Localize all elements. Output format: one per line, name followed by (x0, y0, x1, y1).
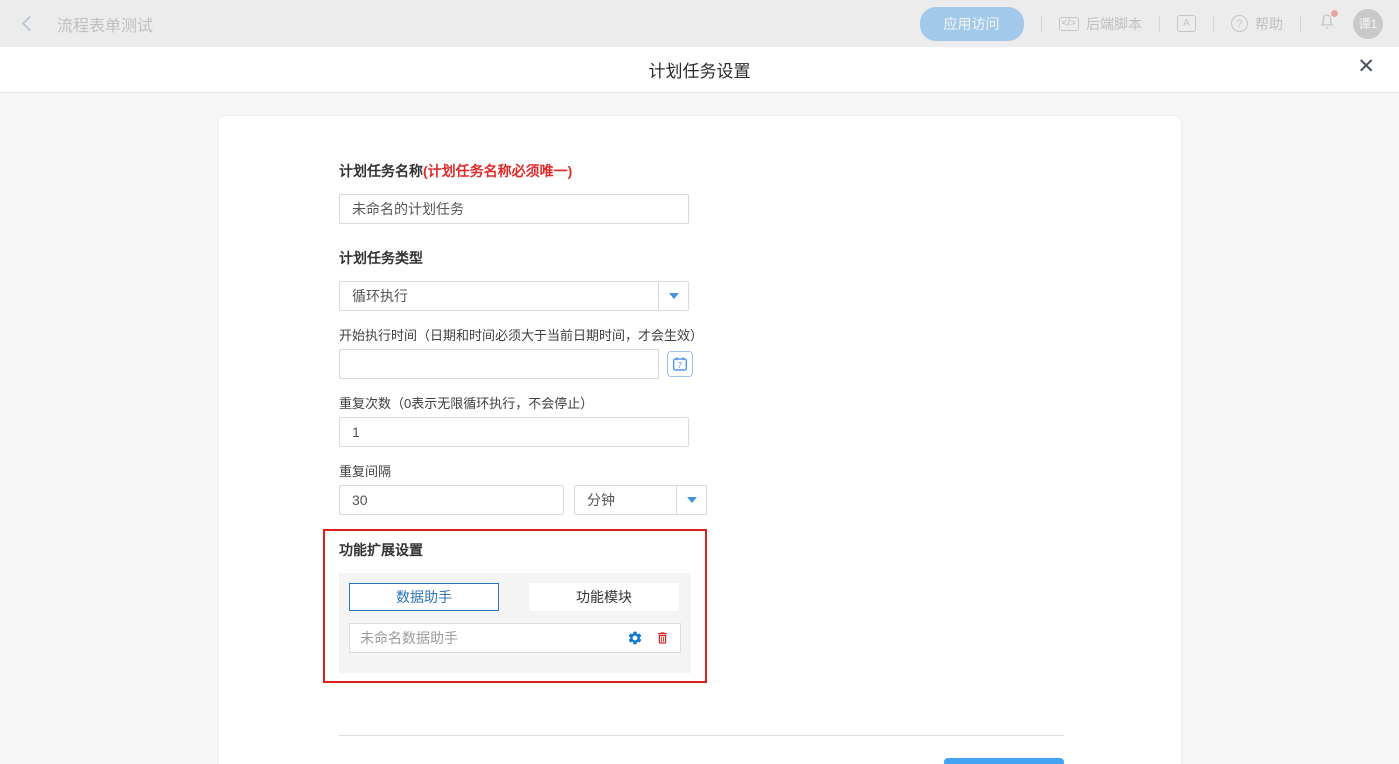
svg-text:7: 7 (678, 361, 683, 370)
app-access-button[interactable]: 应用访问 (920, 7, 1024, 41)
save-button[interactable]: 保存 (944, 758, 1064, 764)
repeat-count-label: 重复次数（0表示无限循环执行，不会停止） (339, 393, 1181, 412)
trash-icon[interactable] (655, 630, 670, 646)
backend-script-label: 后端脚本 (1086, 14, 1142, 34)
app-page-title: 流程表单测试 (57, 12, 153, 36)
data-assistant-item: 未命名数据助手 (349, 623, 681, 653)
gear-icon[interactable] (627, 630, 643, 646)
help-label: 帮助 (1255, 14, 1283, 34)
repeat-count-input[interactable] (339, 417, 689, 447)
backend-script-button[interactable]: </> 后端脚本 (1059, 14, 1142, 34)
dialog-body: 计划任务名称(计划任务名称必须唯一) 计划任务类型 循环执行 开始执行时间（日期… (0, 115, 1399, 764)
extension-title: 功能扩展设置 (339, 540, 691, 560)
extension-annotation-box: 功能扩展设置 数据助手 功能模块 未命名数据助手 (323, 529, 707, 683)
topbar-divider (1041, 16, 1042, 32)
task-name-note: (计划任务名称必须唯一) (423, 163, 572, 179)
topbar-divider (1213, 16, 1214, 32)
chevron-down-icon (676, 486, 706, 514)
task-type-label: 计划任务类型 (339, 248, 1181, 268)
help-button[interactable]: ? 帮助 (1231, 14, 1283, 34)
id-card-icon[interactable]: A (1177, 15, 1196, 32)
extension-panel: 数据助手 功能模块 未命名数据助手 (339, 573, 691, 673)
settings-card: 计划任务名称(计划任务名称必须唯一) 计划任务类型 循环执行 开始执行时间（日期… (217, 115, 1182, 764)
dialog-header: 计划任务设置 ✕ (0, 47, 1399, 93)
avatar[interactable]: 谭1 (1353, 9, 1383, 39)
chevron-down-icon (658, 282, 688, 310)
dialog-title: 计划任务设置 (649, 57, 751, 82)
code-icon: </> (1059, 17, 1079, 31)
data-assistant-name: 未命名数据助手 (360, 628, 627, 648)
task-name-label: 计划任务名称(计划任务名称必须唯一) (339, 161, 1181, 181)
task-name-input[interactable] (339, 194, 689, 224)
extension-tabs: 数据助手 功能模块 (349, 583, 681, 611)
back-icon[interactable] (22, 16, 38, 32)
tab-data-assistant[interactable]: 数据助手 (349, 583, 499, 611)
interval-unit-select[interactable]: 分钟 (574, 485, 707, 515)
footer-divider (339, 735, 1064, 736)
start-time-input[interactable] (339, 349, 659, 379)
topbar-divider (1300, 16, 1301, 32)
notifications-button[interactable] (1318, 12, 1336, 36)
interval-unit-value: 分钟 (575, 486, 676, 514)
start-time-label: 开始执行时间（日期和时间必须大于当前日期时间，才会生效） (339, 325, 1181, 344)
task-type-select[interactable]: 循环执行 (339, 281, 689, 311)
topbar-divider (1159, 16, 1160, 32)
repeat-interval-label: 重复间隔 (339, 461, 1181, 480)
close-icon[interactable]: ✕ (1357, 56, 1375, 77)
task-name-label-text: 计划任务名称 (339, 163, 423, 179)
help-icon: ? (1231, 15, 1248, 32)
notification-dot (1331, 10, 1338, 17)
task-type-value: 循环执行 (340, 282, 658, 310)
repeat-interval-input[interactable] (339, 485, 564, 515)
tab-function-module[interactable]: 功能模块 (529, 583, 679, 611)
top-app-bar: 流程表单测试 应用访问 </> 后端脚本 A ? 帮助 (0, 0, 1399, 47)
calendar-icon[interactable]: 7 (667, 351, 693, 377)
